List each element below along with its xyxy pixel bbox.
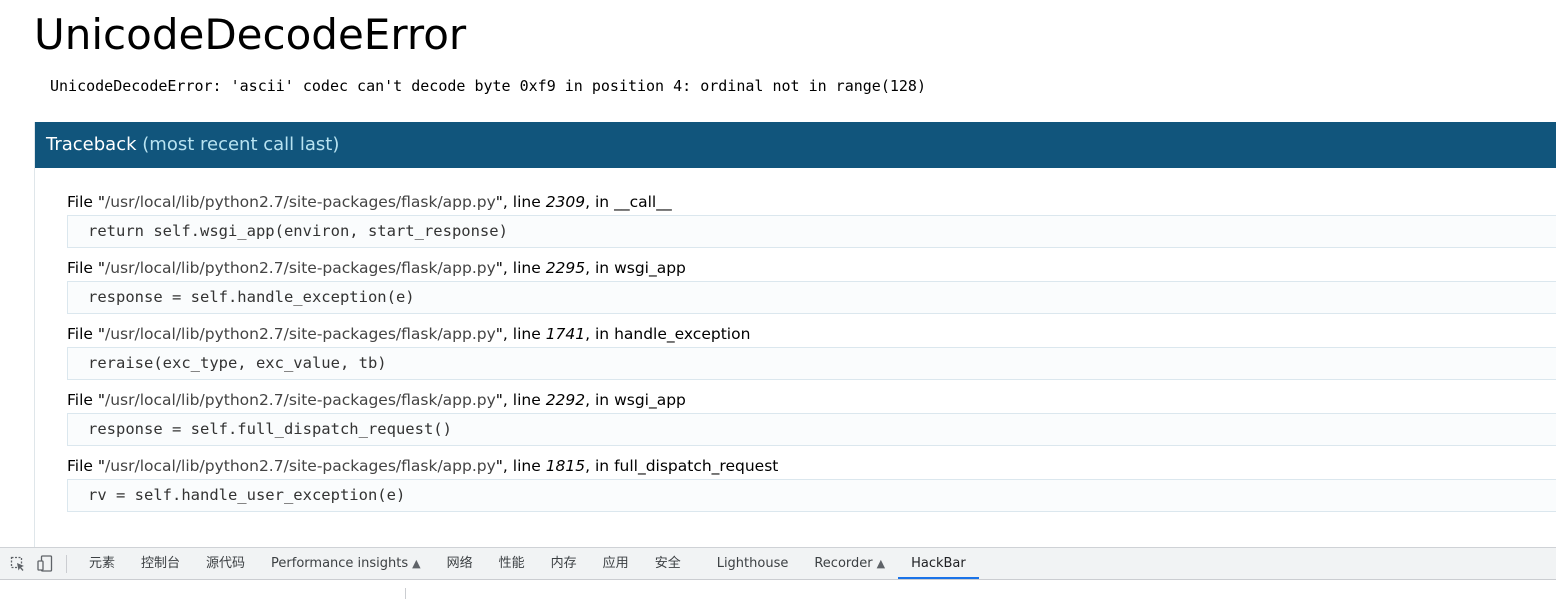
frame-location[interactable]: File "/usr/local/lib/python2.7/site-pack…	[67, 256, 1556, 281]
toolbar-divider	[66, 554, 67, 573]
tab-hackbar[interactable]: HackBar	[898, 548, 979, 579]
tab-elements[interactable]: 元素	[76, 548, 128, 579]
frame-code[interactable]: response = self.handle_exception(e)	[67, 281, 1556, 314]
frame-in: , in	[585, 259, 615, 277]
frame-code[interactable]: reraise(exc_type, exc_value, tb)	[67, 347, 1556, 380]
frame-line-number: 2292	[545, 391, 586, 409]
traceback-panel: Traceback (most recent call last) File "…	[34, 122, 1556, 547]
inspect-element-icon[interactable]	[9, 555, 27, 573]
tab-recorder[interactable]: Recorder ▲	[801, 548, 898, 579]
device-toggle-icon[interactable]	[36, 554, 54, 573]
frame-mid: ", line	[495, 259, 546, 277]
frame-location[interactable]: File "/usr/local/lib/python2.7/site-pack…	[67, 190, 1556, 215]
traceback-header-title: Traceback	[46, 134, 137, 155]
devtools-panel: 元素 控制台 源代码 Performance insights ▲ 网络 性能 内…	[0, 547, 1556, 599]
tab-label: 应用	[602, 556, 629, 571]
frame-line-number: 1815	[545, 457, 586, 475]
frame-filename: /usr/local/lib/python2.7/site-packages/f…	[105, 259, 496, 277]
frame-code[interactable]: response = self.full_dispatch_request()	[67, 413, 1556, 446]
frame-function: handle_exception	[614, 325, 751, 343]
frame-filename: /usr/local/lib/python2.7/site-packages/f…	[105, 193, 496, 211]
frame-filename: /usr/local/lib/python2.7/site-packages/f…	[105, 391, 496, 409]
frame-location[interactable]: File "/usr/local/lib/python2.7/site-pack…	[67, 322, 1556, 347]
tab-label: HackBar	[911, 556, 966, 571]
frame-mid: ", line	[495, 325, 546, 343]
frame-in: , in	[585, 457, 615, 475]
tab-label: 内存	[550, 556, 577, 571]
traceback-frame: File "/usr/local/lib/python2.7/site-pack…	[67, 322, 1556, 380]
frame-mid: ", line	[495, 193, 546, 211]
tab-memory[interactable]: 内存	[538, 548, 590, 579]
error-message: UnicodeDecodeError: 'ascii' codec can't …	[50, 77, 926, 95]
tab-label: Lighthouse	[716, 556, 789, 571]
traceback-frame: File "/usr/local/lib/python2.7/site-pack…	[67, 256, 1556, 314]
traceback-header: Traceback (most recent call last)	[35, 122, 1556, 168]
frame-function: wsgi_app	[614, 259, 686, 277]
tab-application[interactable]: 应用	[590, 548, 642, 579]
frame-location[interactable]: File "/usr/local/lib/python2.7/site-pack…	[67, 454, 1556, 479]
devtools-content	[0, 580, 1556, 599]
frame-location[interactable]: File "/usr/local/lib/python2.7/site-pack…	[67, 388, 1556, 413]
frame-prefix: File "	[67, 325, 105, 343]
tab-label: 源代码	[206, 556, 246, 571]
tab-sources[interactable]: 源代码	[193, 548, 258, 579]
tab-label: 性能	[498, 556, 525, 571]
tab-performance-insights[interactable]: Performance insights ▲	[258, 548, 434, 579]
flask-icon: ▲	[412, 557, 421, 570]
frame-function: full_dispatch_request	[614, 457, 779, 475]
error-page: UnicodeDecodeError UnicodeDecodeError: '…	[0, 0, 1556, 547]
frame-line-number: 1741	[545, 325, 586, 343]
frame-code[interactable]: return self.wsgi_app(environ, start_resp…	[67, 215, 1556, 248]
tab-label: Recorder	[814, 556, 873, 571]
tab-label: Performance insights	[271, 556, 409, 571]
frame-code[interactable]: rv = self.handle_user_exception(e)	[67, 479, 1556, 512]
tab-console[interactable]: 控制台	[128, 548, 193, 579]
frame-filename: /usr/local/lib/python2.7/site-packages/f…	[105, 325, 496, 343]
frame-line-number: 2295	[545, 259, 586, 277]
traceback-frames: File "/usr/local/lib/python2.7/site-pack…	[67, 190, 1556, 520]
frame-in: , in	[585, 325, 615, 343]
frame-prefix: File "	[67, 193, 105, 211]
frame-prefix: File "	[67, 391, 105, 409]
frame-mid: ", line	[495, 391, 546, 409]
tab-label: 元素	[89, 556, 116, 571]
frame-mid: ", line	[495, 457, 546, 475]
traceback-frame: File "/usr/local/lib/python2.7/site-pack…	[67, 454, 1556, 512]
error-title: UnicodeDecodeError	[34, 10, 467, 59]
frame-line-number: 2309	[545, 193, 586, 211]
traceback-header-note: (most recent call last)	[142, 134, 340, 155]
frame-filename: /usr/local/lib/python2.7/site-packages/f…	[105, 457, 496, 475]
frame-in: , in	[585, 391, 615, 409]
traceback-frame: File "/usr/local/lib/python2.7/site-pack…	[67, 190, 1556, 248]
tab-label: 网络	[446, 556, 473, 571]
frame-function: wsgi_app	[614, 391, 686, 409]
tab-label: 控制台	[141, 556, 181, 571]
devtools-tabbar: 元素 控制台 源代码 Performance insights ▲ 网络 性能 内…	[0, 548, 1556, 580]
tab-performance[interactable]: 性能	[486, 548, 538, 579]
tab-lighthouse[interactable]: Lighthouse	[704, 548, 802, 579]
tab-network[interactable]: 网络	[434, 548, 486, 579]
flask-icon: ▲	[876, 557, 886, 570]
frame-in: , in	[585, 193, 615, 211]
frame-function: __call__	[614, 193, 672, 211]
traceback-frame: File "/usr/local/lib/python2.7/site-pack…	[67, 388, 1556, 446]
frame-prefix: File "	[67, 457, 105, 475]
frame-prefix: File "	[67, 259, 105, 277]
tab-security[interactable]: 安全	[642, 548, 694, 579]
panel-divider	[405, 588, 406, 599]
tab-label: 安全	[654, 556, 681, 571]
